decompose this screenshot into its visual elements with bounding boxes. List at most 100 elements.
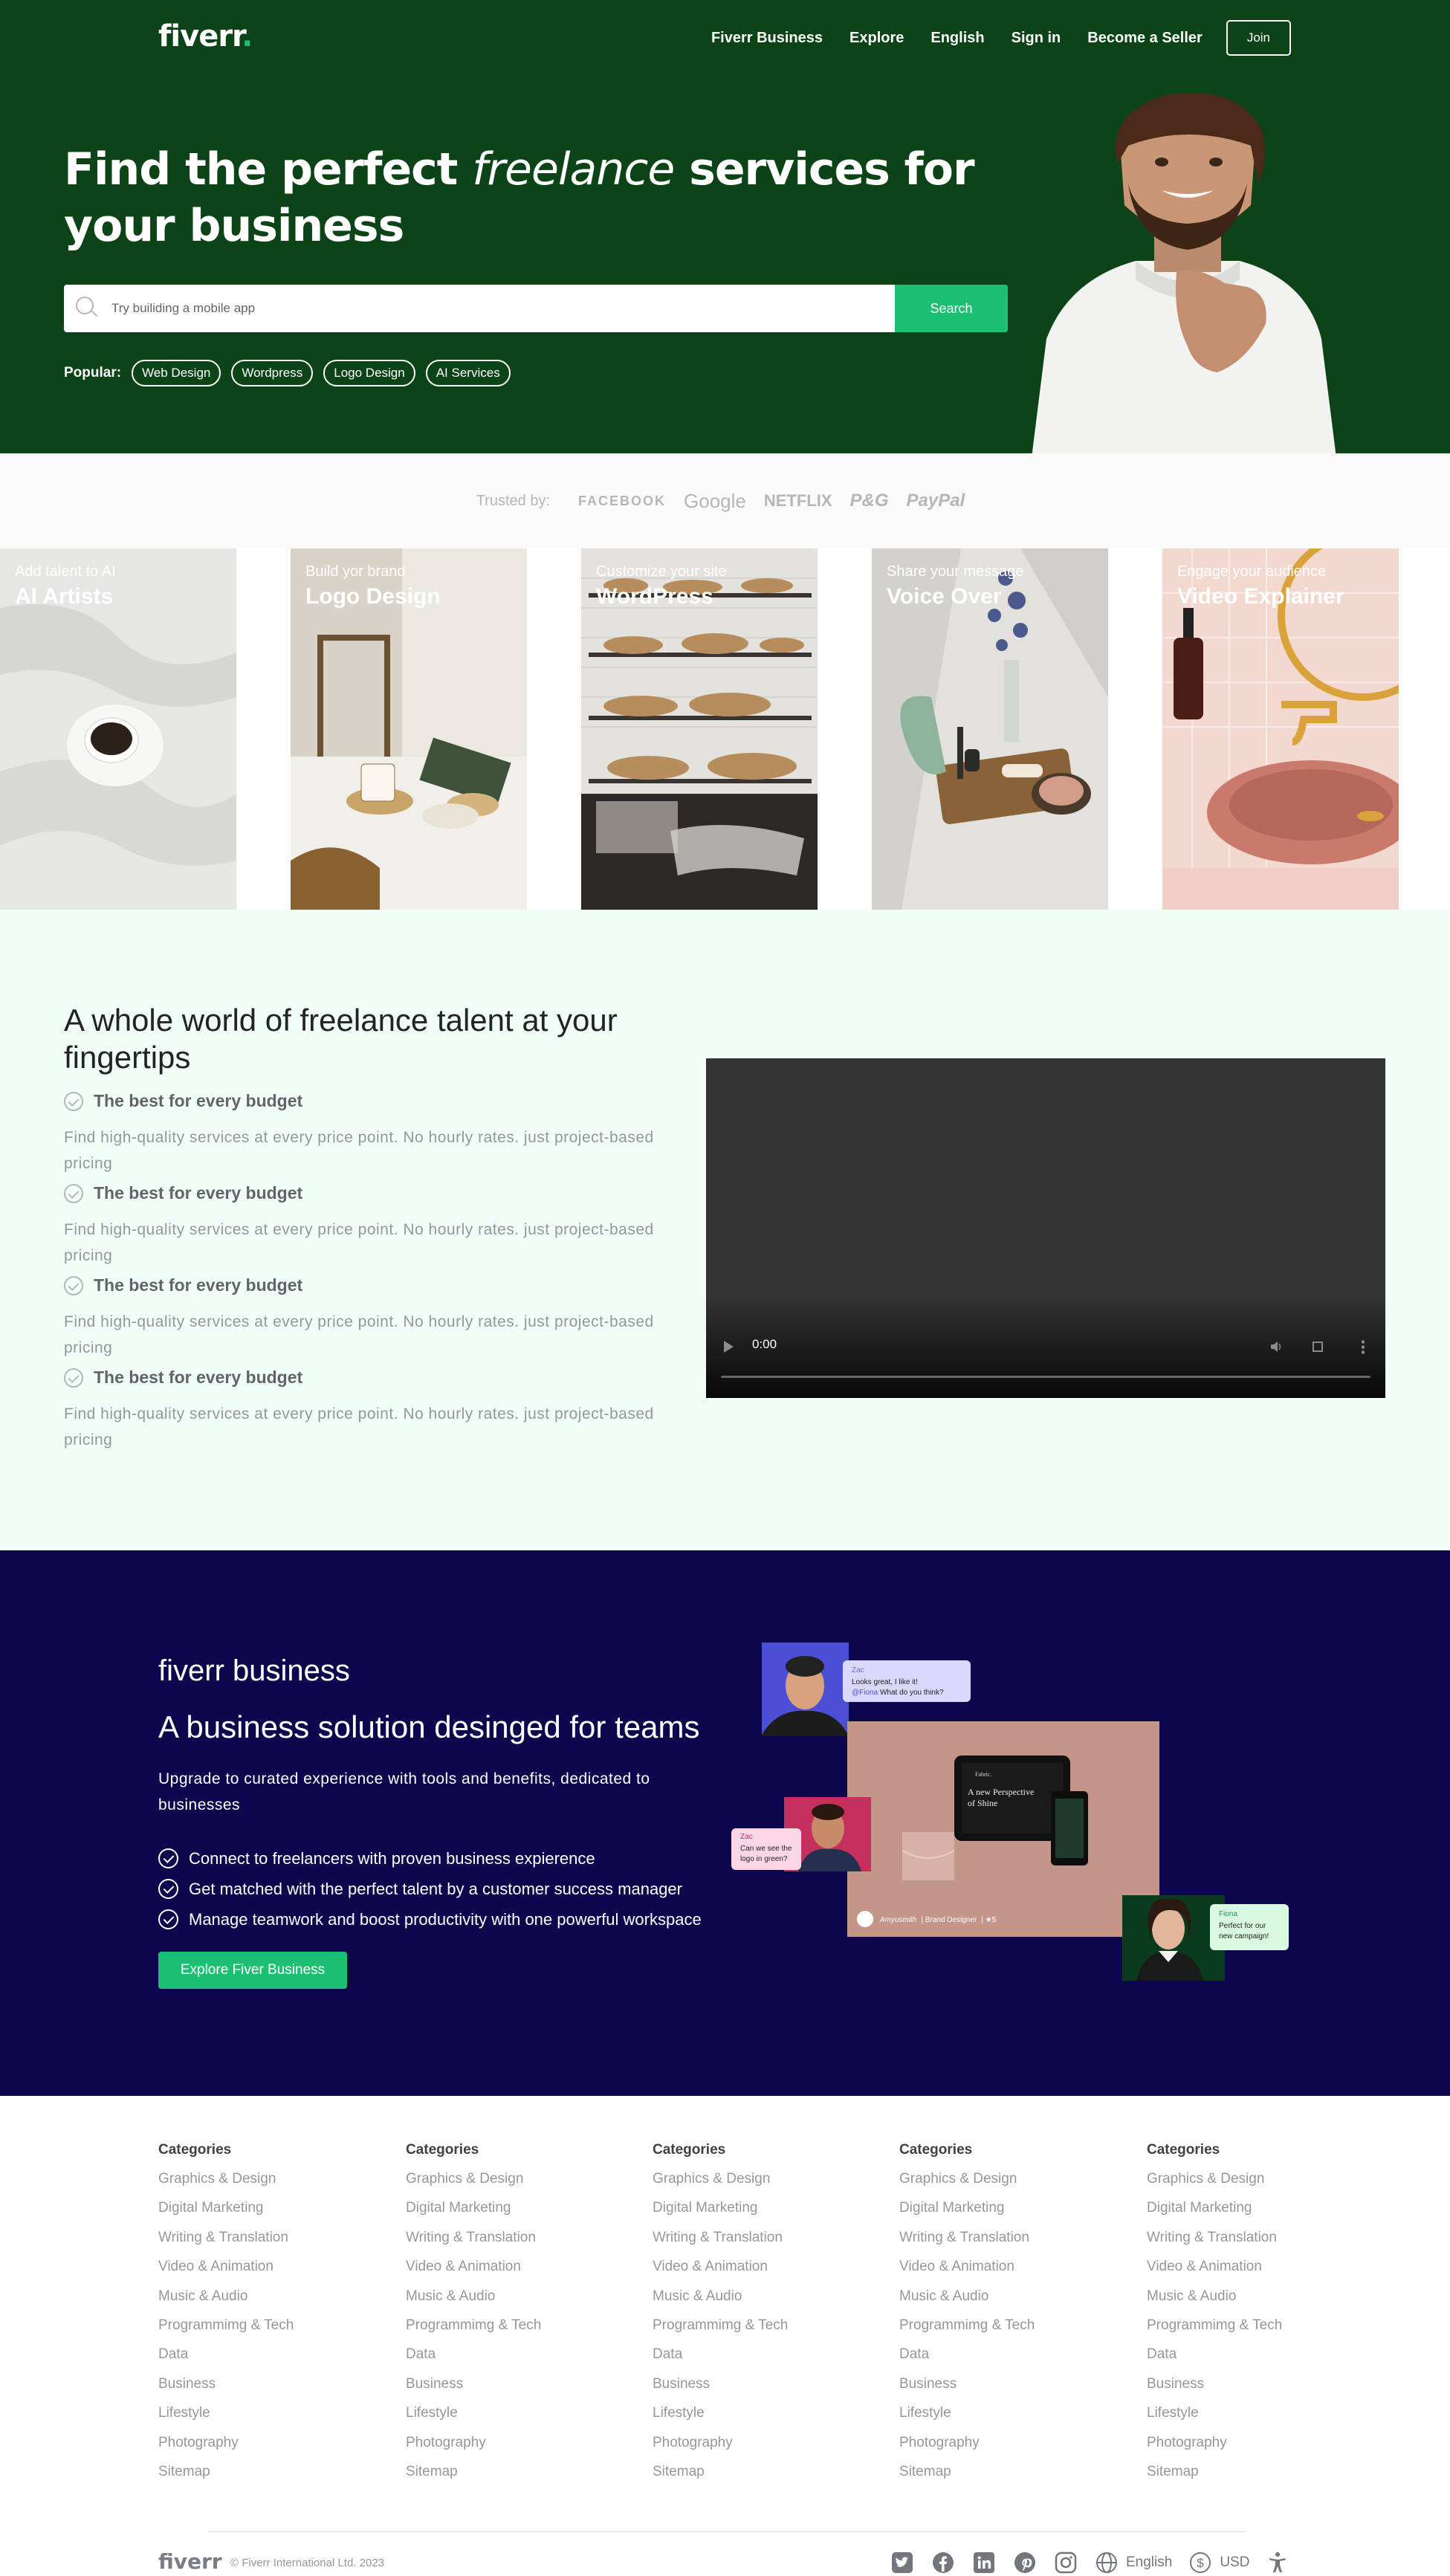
footer-link[interactable]: Music & Audio: [158, 2282, 366, 2311]
popular-chip-wordpress[interactable]: Wordpress: [231, 360, 314, 386]
search-button[interactable]: Search: [895, 285, 1008, 332]
footer-link[interactable]: Music & Audio: [899, 2282, 1107, 2311]
explore-business-button[interactable]: Explore Fiver Business: [158, 1952, 347, 1989]
fullscreen-icon[interactable]: [1313, 1342, 1323, 1352]
popular-chip-logo-design[interactable]: Logo Design: [323, 360, 415, 386]
footer-link[interactable]: Sitemap: [1147, 2457, 1355, 2486]
feature-title: The best for every budget: [94, 1183, 303, 1203]
nav-sign-in[interactable]: Sign in: [1012, 30, 1061, 47]
nav-explore[interactable]: Explore: [849, 30, 904, 47]
footer-link[interactable]: Video & Animation: [1147, 2252, 1355, 2281]
nav-language[interactable]: English: [930, 30, 984, 47]
footer-link[interactable]: Business: [1147, 2369, 1355, 2398]
more-options-icon[interactable]: [1362, 1339, 1365, 1354]
footer-link[interactable]: Data: [653, 2340, 861, 2369]
feature-description: Find high-quality services at every pric…: [64, 1129, 654, 1172]
twitter-icon[interactable]: [890, 2551, 914, 2575]
footer-link[interactable]: Sitemap: [653, 2457, 861, 2486]
footer-link[interactable]: Video & Animation: [158, 2252, 366, 2281]
footer-link[interactable]: Graphics & Design: [653, 2164, 861, 2193]
footer-link[interactable]: Video & Animation: [899, 2252, 1107, 2281]
popular-chip-web-design[interactable]: Web Design: [132, 360, 221, 386]
footer-link[interactable]: Video & Animation: [406, 2252, 614, 2281]
fiverr-logo[interactable]: fiverr.: [158, 19, 253, 54]
video-progress-bar[interactable]: [721, 1376, 1370, 1378]
footer-link[interactable]: Lifestyle: [406, 2398, 614, 2427]
carousel-card-video-explainer[interactable]: Engage your audience Video Explainer: [1162, 548, 1399, 910]
footer-link[interactable]: Writing & Translation: [899, 2223, 1107, 2252]
footer-link[interactable]: Programmimg & Tech: [1147, 2311, 1355, 2340]
footer-column: Categories Graphics & Design Digital Marke…: [653, 2142, 861, 2486]
footer-logo[interactable]: fiverr: [158, 2549, 222, 2574]
search-input[interactable]: [111, 285, 895, 332]
currency-selector[interactable]: USD: [1220, 2554, 1249, 2571]
carousel-card-logo-design[interactable]: Build yor brand Logo Design: [291, 548, 527, 910]
footer-link[interactable]: Graphics & Design: [406, 2164, 614, 2193]
facebook-icon[interactable]: [931, 2551, 955, 2575]
footer-link[interactable]: Writing & Translation: [1147, 2223, 1355, 2252]
svg-text:of Shine: of Shine: [968, 1798, 997, 1808]
footer-link[interactable]: Business: [158, 2369, 366, 2398]
footer-link[interactable]: Business: [406, 2369, 614, 2398]
footer-link[interactable]: Business: [899, 2369, 1107, 2398]
footer-link[interactable]: Programmimg & Tech: [899, 2311, 1107, 2340]
footer-link[interactable]: Programmimg & Tech: [653, 2311, 861, 2340]
footer-link[interactable]: Graphics & Design: [158, 2164, 366, 2193]
footer-link[interactable]: Photography: [158, 2428, 366, 2457]
footer-link[interactable]: Photography: [1147, 2428, 1355, 2457]
footer-link[interactable]: Data: [158, 2340, 366, 2369]
footer-link[interactable]: Video & Animation: [653, 2252, 861, 2281]
svg-text:logo in green?: logo in green?: [740, 1855, 788, 1863]
nav-become-seller[interactable]: Become a Seller: [1087, 30, 1203, 47]
footer-link[interactable]: Data: [899, 2340, 1107, 2369]
accessibility-icon[interactable]: [1266, 2551, 1289, 2575]
footer-link[interactable]: Business: [653, 2369, 861, 2398]
footer-link[interactable]: Programmimg & Tech: [158, 2311, 366, 2340]
footer-link[interactable]: Data: [1147, 2340, 1355, 2369]
carousel-card-ai-artists[interactable]: Add talent to AI AI Artists: [0, 548, 236, 910]
footer-link[interactable]: Lifestyle: [653, 2398, 861, 2427]
carousel-card-voice-over[interactable]: Share your message Voice Over: [872, 548, 1108, 910]
footer-link[interactable]: Lifestyle: [158, 2398, 366, 2427]
footer-link[interactable]: Photography: [899, 2428, 1107, 2457]
footer-link[interactable]: Programmimg & Tech: [406, 2311, 614, 2340]
language-selector[interactable]: English: [1126, 2554, 1172, 2571]
pinterest-icon[interactable]: [1013, 2551, 1037, 2575]
play-icon[interactable]: [724, 1341, 734, 1353]
footer-link[interactable]: Writing & Translation: [158, 2223, 366, 2252]
footer-link[interactable]: Photography: [653, 2428, 861, 2457]
footer-link[interactable]: Sitemap: [158, 2457, 366, 2486]
footer-link[interactable]: Sitemap: [406, 2457, 614, 2486]
footer-link[interactable]: Music & Audio: [1147, 2282, 1355, 2311]
feature-description: Find high-quality services at every pric…: [64, 1221, 654, 1264]
popular-chip-ai-services[interactable]: AI Services: [425, 360, 511, 386]
footer-link[interactable]: Lifestyle: [1147, 2398, 1355, 2427]
card-subtitle: Share your message: [887, 563, 1024, 580]
instagram-icon[interactable]: [1054, 2551, 1078, 2575]
carousel-card-wordpress[interactable]: Customize your site WordPress: [581, 548, 818, 910]
footer-link[interactable]: Sitemap: [899, 2457, 1107, 2486]
footer-link[interactable]: Lifestyle: [899, 2398, 1107, 2427]
footer-link[interactable]: Graphics & Design: [899, 2164, 1107, 2193]
footer-link[interactable]: Music & Audio: [406, 2282, 614, 2311]
footer-link[interactable]: Data: [406, 2340, 614, 2369]
video-player[interactable]: 0:00: [706, 1058, 1385, 1398]
footer-link[interactable]: Writing & Translation: [406, 2223, 614, 2252]
svg-text:A new Perspective: A new Perspective: [968, 1787, 1034, 1797]
footer-link[interactable]: Digital Marketing: [1147, 2193, 1355, 2222]
linkedin-icon[interactable]: [972, 2551, 996, 2575]
footer-link[interactable]: Digital Marketing: [406, 2193, 614, 2222]
footer-link[interactable]: Digital Marketing: [899, 2193, 1107, 2222]
footer-link[interactable]: Music & Audio: [653, 2282, 861, 2311]
footer-link[interactable]: Photography: [406, 2428, 614, 2457]
nav-fiverr-business[interactable]: Fiverr Business: [711, 30, 823, 47]
footer-link[interactable]: Digital Marketing: [158, 2193, 366, 2222]
join-button[interactable]: Join: [1226, 20, 1291, 56]
svg-text:Fabric.: Fabric.: [975, 1771, 991, 1778]
footer-link[interactable]: Graphics & Design: [1147, 2164, 1355, 2193]
footer-link[interactable]: Digital Marketing: [653, 2193, 861, 2222]
footer-link[interactable]: Writing & Translation: [653, 2223, 861, 2252]
footer-bottom-bar: fiverr © Fiverr International Ltd. 2023 …: [0, 2549, 1450, 2576]
footer-column-heading: Categories: [653, 2142, 726, 2158]
volume-icon[interactable]: [1269, 1340, 1283, 1353]
